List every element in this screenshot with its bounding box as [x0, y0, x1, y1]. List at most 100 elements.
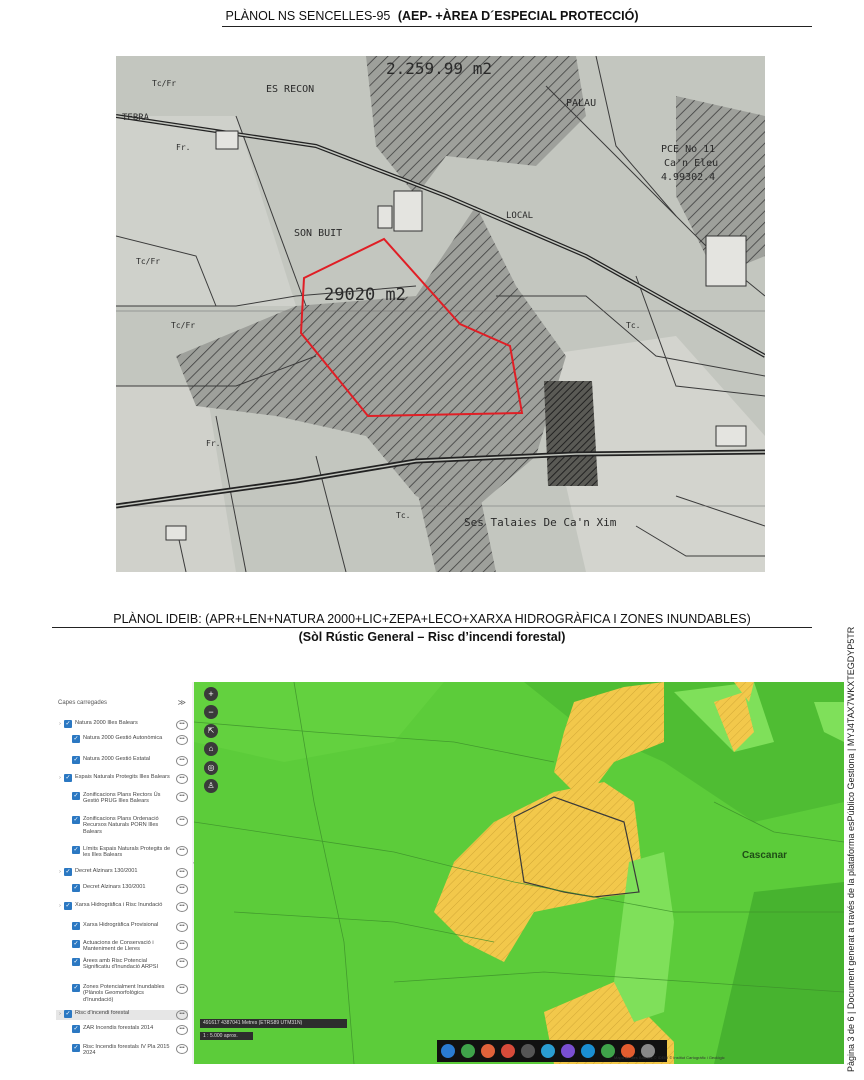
place-palau: PALAU [566, 98, 596, 109]
checkbox-icon[interactable] [72, 940, 80, 948]
checkbox-icon[interactable] [64, 720, 72, 728]
place-cascanar: Cascanar [742, 850, 787, 861]
layer-item[interactable]: ›Decret Alzinars 130/2001••• [56, 868, 188, 878]
parcel-code: Fr. [176, 143, 190, 152]
parcel-code: Tc/Fr [152, 79, 176, 88]
coordinate-readout: 491617 4387041 Metres (ETRS89 UTM31N) [200, 1019, 347, 1028]
more-options-icon[interactable]: ••• [176, 846, 188, 856]
area-label-main: 29020 m2 [324, 285, 406, 305]
info-tool-icon[interactable] [541, 1044, 555, 1058]
layer-item[interactable]: Natura 2000 Gestió Autonòmica••• [56, 735, 188, 745]
more-options-icon[interactable]: ••• [176, 940, 188, 950]
layer-item-selected[interactable]: ›Risc d'incendi forestal••• [56, 1010, 188, 1020]
more-options-icon[interactable]: ••• [176, 1044, 188, 1054]
parcel-code: Tc. [396, 511, 410, 520]
more-options-icon[interactable]: ••• [176, 756, 188, 766]
more-options-icon[interactable]: ••• [176, 922, 188, 932]
layer-item[interactable]: Actuacions de Conservació i Manteniment … [56, 940, 188, 953]
label-pce: PCE No 11 [661, 144, 715, 155]
person-icon[interactable]: ♙ [204, 779, 218, 793]
layer-item[interactable]: Natura 2000 Gestió Estatal••• [56, 756, 188, 766]
label-number: 4.99302.4 [661, 172, 715, 183]
cadastral-plan-map: 2.259.99 m2 29020 m2 ES RECON SON BUIT P… [116, 56, 765, 572]
place-son-buit: SON BUIT [294, 228, 342, 239]
checkbox-icon[interactable] [72, 792, 80, 800]
plan-2-subtitle: (Sòl Rústic General – Risc d’incendi for… [298, 630, 566, 644]
checkbox-icon[interactable] [72, 984, 80, 992]
ideib-map-viewer: Capes carregades ≫ ›Natura 2000 Illes Ba… [56, 682, 844, 1064]
save-icon[interactable] [601, 1044, 615, 1058]
layer-item[interactable]: Decret Alzinars 130/2001••• [56, 884, 188, 894]
label-caneleu: Ca'n Eleu [664, 158, 718, 169]
checkbox-icon[interactable] [64, 1010, 72, 1018]
risk-map[interactable]: Cascanar + − ⇱ ⌂ ◎ ♙ 491617 4387041 Metr… [194, 682, 844, 1064]
area-label-top: 2.259.99 m2 [386, 59, 492, 78]
more-options-icon[interactable]: ••• [176, 816, 188, 826]
collapse-panel-icon[interactable]: ≫ [178, 698, 186, 707]
more-options-icon[interactable]: ••• [176, 720, 188, 730]
compare-tool-icon[interactable] [521, 1044, 535, 1058]
checkbox-icon[interactable] [64, 902, 72, 910]
layer-item[interactable]: Zonificacions Plans Ordenació Recursos N… [56, 816, 188, 835]
layer-item[interactable]: ZAR Incendis forestals 2014••• [56, 1025, 188, 1035]
layer-item[interactable]: ›Espais Naturals Protegits Illes Balears… [56, 774, 188, 784]
checkbox-icon[interactable] [72, 884, 80, 892]
more-options-icon[interactable]: ••• [176, 958, 188, 968]
place-es-recon: ES RECON [266, 84, 314, 95]
more-options-icon[interactable]: ••• [176, 735, 188, 745]
checkbox-icon[interactable] [72, 1025, 80, 1033]
checkbox-icon[interactable] [72, 735, 80, 743]
checkbox-icon[interactable] [72, 1044, 80, 1052]
scale-readout: 1 : 5.000 aprox. [200, 1032, 253, 1040]
more-options-icon[interactable]: ••• [176, 792, 188, 802]
draw-tool-icon[interactable] [441, 1044, 455, 1058]
parcel-code: Tc/Fr [171, 321, 195, 330]
home-icon[interactable]: ⌂ [204, 742, 218, 756]
more-options-icon[interactable]: ••• [176, 1010, 188, 1020]
layer-item[interactable]: Límits Espais Naturals Protegits de les … [56, 846, 188, 859]
more-options-icon[interactable]: ••• [176, 902, 188, 912]
dark-hatched-plot [544, 381, 598, 486]
plan-1-title: PLÀNOL NS SENCELLES-95 (AEP- +ÀREA D´ESP… [0, 9, 864, 23]
zoom-out-button[interactable]: − [204, 705, 218, 719]
plan-2-title: PLÀNOL IDEIB: (APR+LEN+NATURA 2000+LIC+Z… [113, 612, 751, 626]
checkbox-icon[interactable] [72, 756, 80, 764]
locate-icon[interactable]: ◎ [204, 761, 218, 775]
more-options-icon[interactable]: ••• [176, 884, 188, 894]
layers-panel: Capes carregades ≫ ›Natura 2000 Illes Ba… [56, 682, 192, 1064]
layer-item[interactable]: Zonificacions Plans Rectors Ús Gestió PR… [56, 792, 188, 805]
title-rule [52, 627, 812, 628]
download-tool-icon[interactable] [581, 1044, 595, 1058]
share-icon[interactable]: ⇱ [204, 724, 218, 738]
layer-tool-icon[interactable] [501, 1044, 515, 1058]
layer-item[interactable]: ›Natura 2000 Illes Balears••• [56, 720, 188, 730]
checkbox-icon[interactable] [64, 774, 72, 782]
profile-tool-icon[interactable] [561, 1044, 575, 1058]
layer-item[interactable]: Zones Potencialment Inundables (Plànols … [56, 984, 188, 1003]
more-options-icon[interactable]: ••• [176, 774, 188, 784]
more-options-icon[interactable]: ••• [176, 868, 188, 878]
place-ses-talaies: Ses Talaies De Ca'n Xim [464, 516, 617, 529]
checkbox-icon[interactable] [72, 846, 80, 854]
title-rule [222, 26, 812, 27]
label-tebra: TEBRA [122, 113, 150, 123]
parcel-code: Tc/Fr [136, 257, 160, 266]
map-attribution: Mapa de Illes Balears © IDEIB © Institut… [614, 1055, 725, 1060]
zoom-in-button[interactable]: + [204, 687, 218, 701]
print-icon[interactable] [481, 1044, 495, 1058]
layer-item[interactable]: Àrees amb Risc Potencial Significatiu d'… [56, 958, 188, 971]
layer-item[interactable]: Risc Incendis forestals IV Pla 2015 2024… [56, 1044, 188, 1057]
layers-heading: Capes carregades [58, 700, 108, 706]
more-options-icon[interactable]: ••• [176, 1025, 188, 1035]
layer-item[interactable]: Xarxa Hidrogràfica Provisional••• [56, 922, 188, 932]
layer-item[interactable]: ›Xarxa Hidrogràfica i Risc Inundació••• [56, 902, 188, 912]
checkbox-icon[interactable] [72, 816, 80, 824]
measure-tool-icon[interactable] [461, 1044, 475, 1058]
more-options-icon[interactable]: ••• [176, 984, 188, 994]
checkbox-icon[interactable] [72, 922, 80, 930]
checkbox-icon[interactable] [64, 868, 72, 876]
parcel-code: Tc. [626, 321, 640, 330]
checkbox-icon[interactable] [72, 958, 80, 966]
parcel-code: Fr. [206, 439, 220, 448]
side-caption: Pàgina 3 de 6 | Document generat a travé… [846, 626, 856, 1072]
